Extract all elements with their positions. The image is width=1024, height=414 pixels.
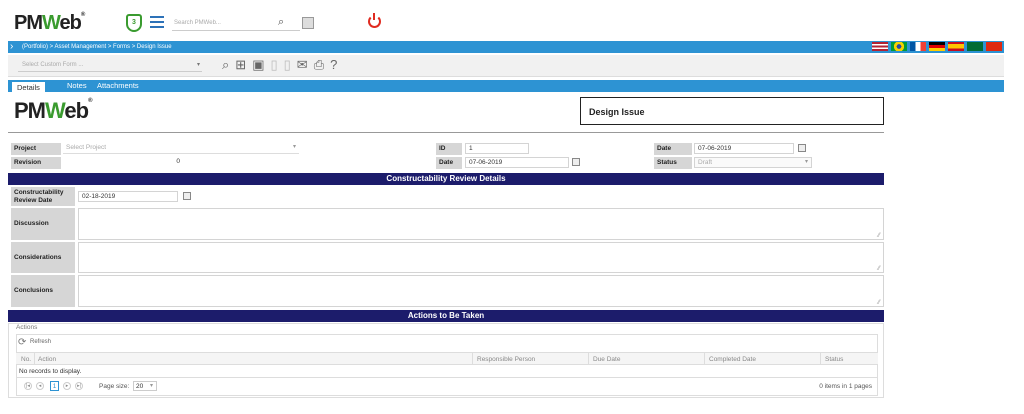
us-flag-icon[interactable]	[872, 42, 888, 51]
page-size-label: Page size:	[99, 383, 130, 390]
refresh-button[interactable]: Refresh	[30, 339, 51, 345]
chevron-down-icon: ▾	[804, 159, 808, 165]
discussion-label: Discussion	[11, 208, 75, 240]
date-label: Date	[436, 157, 462, 169]
review-date-field[interactable]: 02-18-2019	[78, 191, 178, 202]
refresh-icon[interactable]: ⟳	[18, 337, 26, 348]
print-icon[interactable]: ⎙	[314, 57, 324, 73]
paste-icon[interactable]: ▯	[284, 57, 291, 73]
chevron-down-icon: ▾	[196, 62, 200, 68]
save-icon[interactable]: ▣	[252, 57, 264, 73]
review-date-label: Constructability Review Date	[11, 187, 75, 206]
search-icon[interactable]: ⌕	[278, 16, 284, 29]
considerations-textarea[interactable]	[78, 242, 884, 273]
email-icon[interactable]: ✉	[297, 57, 308, 73]
revision-field[interactable]: 0	[63, 157, 183, 168]
conclusions-textarea[interactable]	[78, 275, 884, 307]
grid-header: No. Action Responsible Person Due Date C…	[16, 352, 878, 365]
last-page-icon[interactable]: ▸|	[75, 382, 83, 390]
chevron-right-icon[interactable]: ›	[10, 41, 13, 52]
breadcrumb[interactable]: (Portfolio) > Asset Management > Forms >…	[22, 42, 172, 52]
pmweb-logo[interactable]: PMWeb®	[14, 12, 85, 35]
items-info: 0 items in 1 pages	[819, 383, 872, 390]
page-size-select[interactable]: 20 ▾	[133, 381, 157, 391]
chevron-down-icon: ▾	[149, 383, 153, 389]
column-completed-date[interactable]: Completed Date	[709, 356, 756, 363]
toolbar-icons: ⌕ ⊞ ▣ ▯ ▯ ✉ ⎙ ?	[222, 57, 337, 73]
column-due-date[interactable]: Due Date	[593, 356, 620, 363]
first-page-icon[interactable]: |◂	[24, 382, 32, 390]
china-flag-icon[interactable]	[986, 42, 1002, 51]
divider	[8, 132, 884, 133]
actions-section-header: Actions to Be Taken	[8, 310, 884, 322]
chevron-down-icon: ▾	[292, 144, 296, 150]
breadcrumb-bar: › (Portfolio) > Asset Management > Forms…	[8, 41, 1004, 53]
form-title: Design Issue	[580, 97, 884, 125]
tab-notes[interactable]: Notes	[62, 80, 92, 92]
form-logo: PMWeb®	[14, 98, 93, 123]
language-flags	[872, 42, 1002, 51]
date-field[interactable]: 07-06-2019	[694, 143, 794, 154]
menu-icon[interactable]	[150, 16, 164, 28]
next-page-icon[interactable]: ▸	[63, 382, 71, 390]
calendar-icon[interactable]	[183, 192, 191, 200]
power-icon[interactable]	[368, 13, 381, 28]
tab-attachments[interactable]: Attachments	[92, 80, 144, 92]
date-label-main: Date	[654, 143, 692, 155]
revision-label: Revision	[11, 157, 61, 169]
toolbar: Select Custom Form ... ▾ ⌕ ⊞ ▣ ▯ ▯ ✉ ⎙ ?	[8, 55, 1004, 77]
page-number[interactable]: 1	[50, 381, 59, 391]
search-icon[interactable]: ⌕	[222, 57, 229, 73]
saudi-flag-icon[interactable]	[967, 42, 983, 51]
calendar-icon[interactable]	[572, 158, 580, 166]
pager: |◂ ◂ 1 ▸ ▸| Page size: 20 ▾ 0 items in 1 …	[16, 377, 878, 394]
spain-flag-icon[interactable]	[948, 42, 964, 51]
discussion-textarea[interactable]	[78, 208, 884, 240]
conclusions-label: Conclusions	[11, 275, 75, 307]
column-status[interactable]: Status	[825, 356, 843, 363]
date-field-secondary[interactable]: 07-06-2019	[465, 157, 569, 168]
calendar-icon[interactable]	[798, 144, 806, 152]
custom-form-select[interactable]: Select Custom Form ... ▾	[18, 59, 202, 72]
id-field[interactable]: 1	[465, 143, 529, 154]
tab-details[interactable]: Details	[12, 80, 45, 92]
project-label: Project	[11, 143, 61, 155]
help-icon[interactable]: ?	[330, 57, 337, 73]
notification-shield-icon[interactable]: 3	[126, 14, 142, 32]
calculator-icon[interactable]	[302, 17, 314, 29]
empty-message: No records to display.	[19, 368, 82, 375]
review-section-header: Constructability Review Details	[8, 173, 884, 185]
status-select[interactable]: Draft ▾	[694, 157, 812, 168]
france-flag-icon[interactable]	[910, 42, 926, 51]
germany-flag-icon[interactable]	[929, 42, 945, 51]
column-no[interactable]: No.	[21, 356, 31, 363]
actions-grid-label: Actions	[16, 324, 38, 331]
column-action[interactable]: Action	[38, 356, 56, 363]
considerations-label: Considerations	[11, 242, 75, 273]
add-icon[interactable]: ⊞	[235, 57, 246, 73]
status-label: Status	[654, 157, 692, 169]
id-label: ID	[436, 143, 462, 155]
column-responsible-person[interactable]: Responsible Person	[477, 356, 535, 363]
brazil-flag-icon[interactable]	[891, 42, 907, 51]
tab-bar: Details Notes Attachments	[8, 80, 1004, 92]
prev-page-icon[interactable]: ◂	[36, 382, 44, 390]
project-select[interactable]: Select Project ▾	[63, 143, 299, 154]
copy-icon[interactable]: ▯	[270, 57, 277, 73]
